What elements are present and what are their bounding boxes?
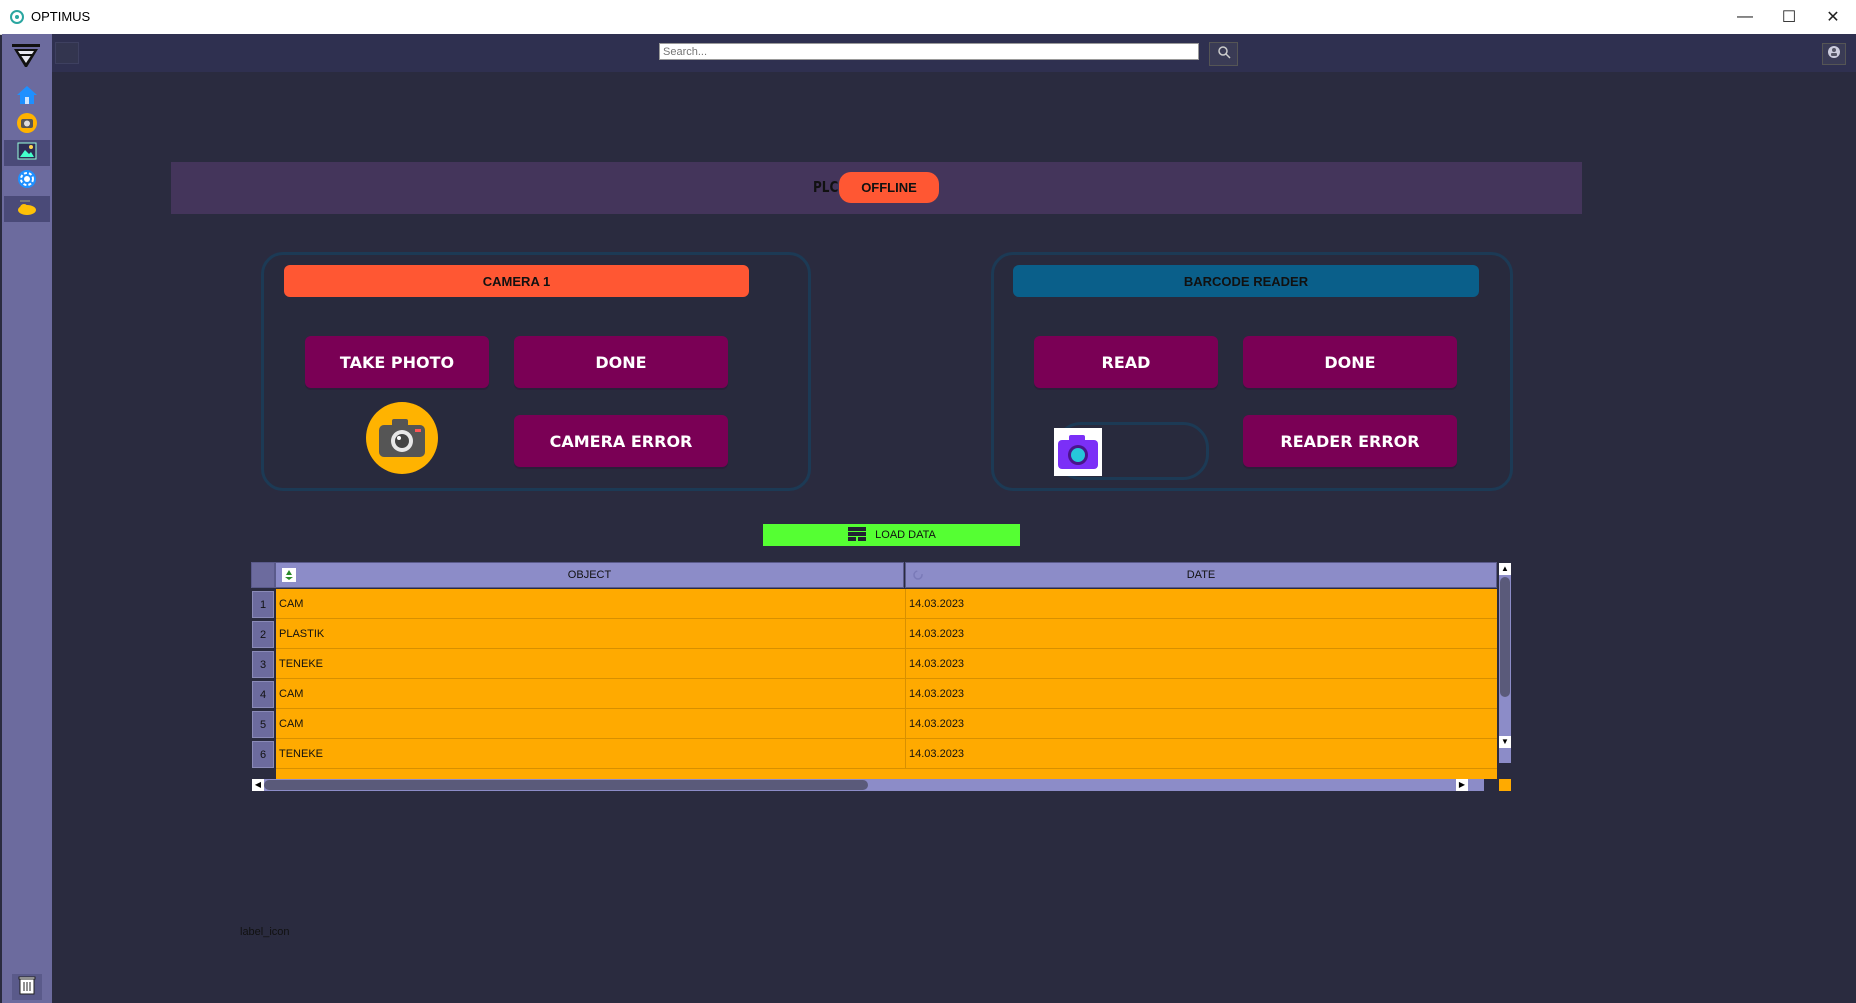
gear-icon bbox=[16, 168, 38, 195]
refresh-icon bbox=[912, 569, 924, 584]
reader-error-button[interactable]: READER ERROR bbox=[1243, 415, 1457, 467]
sidebar-trash-button[interactable] bbox=[12, 974, 42, 1000]
object-cell[interactable]: CAM bbox=[276, 709, 905, 739]
close-button[interactable]: ✕ bbox=[1810, 0, 1856, 34]
table-row-partial bbox=[276, 769, 1497, 779]
date-cell[interactable]: 14.03.2023 bbox=[905, 619, 1497, 649]
camera-error-button[interactable]: CAMERA ERROR bbox=[514, 415, 728, 467]
data-table[interactable]: OBJECT DATE 1 CAM 14.03.2023 2 PLASTIK 1… bbox=[251, 562, 1513, 793]
minimize-button[interactable]: — bbox=[1722, 0, 1768, 34]
barcode-panel-header: BARCODE READER bbox=[1013, 265, 1479, 297]
camera-icon bbox=[366, 402, 438, 474]
row-number: 5 bbox=[252, 711, 274, 738]
load-data-button[interactable]: LOAD DATA bbox=[763, 524, 1020, 546]
barcode-done-button[interactable]: DONE bbox=[1243, 336, 1457, 388]
filter-logo-icon[interactable] bbox=[10, 40, 42, 72]
object-cell[interactable]: TENEKE bbox=[276, 739, 905, 769]
date-cell[interactable]: 14.03.2023 bbox=[905, 739, 1497, 769]
label-icon-text: label_icon bbox=[240, 926, 290, 938]
camera-done-button[interactable]: DONE bbox=[514, 336, 728, 388]
sidebar-item-gallery[interactable] bbox=[4, 140, 50, 166]
date-cell[interactable]: 14.03.2023 bbox=[905, 679, 1497, 709]
column-header-label: OBJECT bbox=[567, 569, 612, 581]
column-header-date[interactable]: DATE bbox=[905, 562, 1497, 588]
row-number: 1 bbox=[252, 591, 274, 618]
title-bar bbox=[0, 0, 1856, 35]
object-cell[interactable]: PLASTIK bbox=[276, 619, 905, 649]
barcode-camera-icon bbox=[1054, 428, 1102, 476]
load-data-label: LOAD DATA bbox=[875, 529, 936, 541]
sidebar-item-settings[interactable] bbox=[4, 168, 50, 194]
sidebar-item-cloud[interactable] bbox=[4, 196, 50, 222]
row-number: 2 bbox=[252, 621, 274, 648]
database-icon bbox=[847, 526, 867, 545]
search-input[interactable] bbox=[659, 43, 1199, 60]
scroll-down-arrow-icon[interactable]: ▼ bbox=[1499, 736, 1511, 748]
take-photo-button[interactable]: TAKE PHOTO bbox=[305, 336, 489, 388]
column-header-label: DATE bbox=[1186, 569, 1216, 581]
cloud-icon bbox=[16, 198, 38, 221]
user-icon bbox=[1827, 45, 1841, 64]
plc-status-badge: OFFLINE bbox=[839, 172, 939, 203]
horizontal-scroll-thumb[interactable] bbox=[264, 780, 868, 790]
app-logo-icon bbox=[9, 9, 25, 25]
image-icon bbox=[17, 142, 37, 165]
sidebar-item-camera[interactable] bbox=[4, 112, 50, 138]
date-cell[interactable]: 14.03.2023 bbox=[905, 649, 1497, 679]
sidebar-item-home[interactable] bbox=[4, 84, 50, 110]
row-number: 4 bbox=[252, 681, 274, 708]
scrollbar-corner bbox=[1499, 779, 1511, 791]
scroll-up-arrow-icon[interactable]: ▲ bbox=[1499, 563, 1511, 575]
row-number: 6 bbox=[252, 741, 274, 768]
scroll-right-arrow-icon[interactable]: ▶ bbox=[1456, 779, 1468, 791]
column-header-object[interactable]: OBJECT bbox=[275, 562, 904, 588]
trash-icon bbox=[18, 975, 36, 1000]
date-cell[interactable]: 14.03.2023 bbox=[905, 709, 1497, 739]
camera-panel-header: CAMERA 1 bbox=[284, 265, 749, 297]
read-button[interactable]: READ bbox=[1034, 336, 1218, 388]
vertical-scroll-thumb[interactable] bbox=[1500, 577, 1510, 697]
object-cell[interactable]: CAM bbox=[276, 589, 905, 619]
scroll-left-arrow-icon[interactable]: ◀ bbox=[252, 779, 264, 791]
object-cell[interactable]: CAM bbox=[276, 679, 905, 709]
user-button[interactable] bbox=[1822, 43, 1846, 65]
plc-label: PLC bbox=[813, 178, 839, 196]
menu-toggle-button[interactable] bbox=[55, 42, 79, 64]
object-cell[interactable]: TENEKE bbox=[276, 649, 905, 679]
vertical-scrollbar[interactable]: ▲ ▼ bbox=[1499, 563, 1511, 763]
search-button[interactable] bbox=[1209, 42, 1238, 66]
date-cell[interactable]: 14.03.2023 bbox=[905, 589, 1497, 619]
recycle-icon bbox=[282, 568, 296, 585]
search-icon bbox=[1217, 45, 1231, 64]
table-corner[interactable] bbox=[251, 562, 275, 588]
window-title: OPTIMUS bbox=[31, 9, 91, 24]
row-number: 3 bbox=[252, 651, 274, 678]
home-icon bbox=[16, 85, 38, 110]
horizontal-scrollbar[interactable]: ◀ ▶ bbox=[252, 779, 1484, 791]
camera-icon bbox=[16, 112, 38, 139]
maximize-button[interactable]: ☐ bbox=[1766, 0, 1812, 34]
